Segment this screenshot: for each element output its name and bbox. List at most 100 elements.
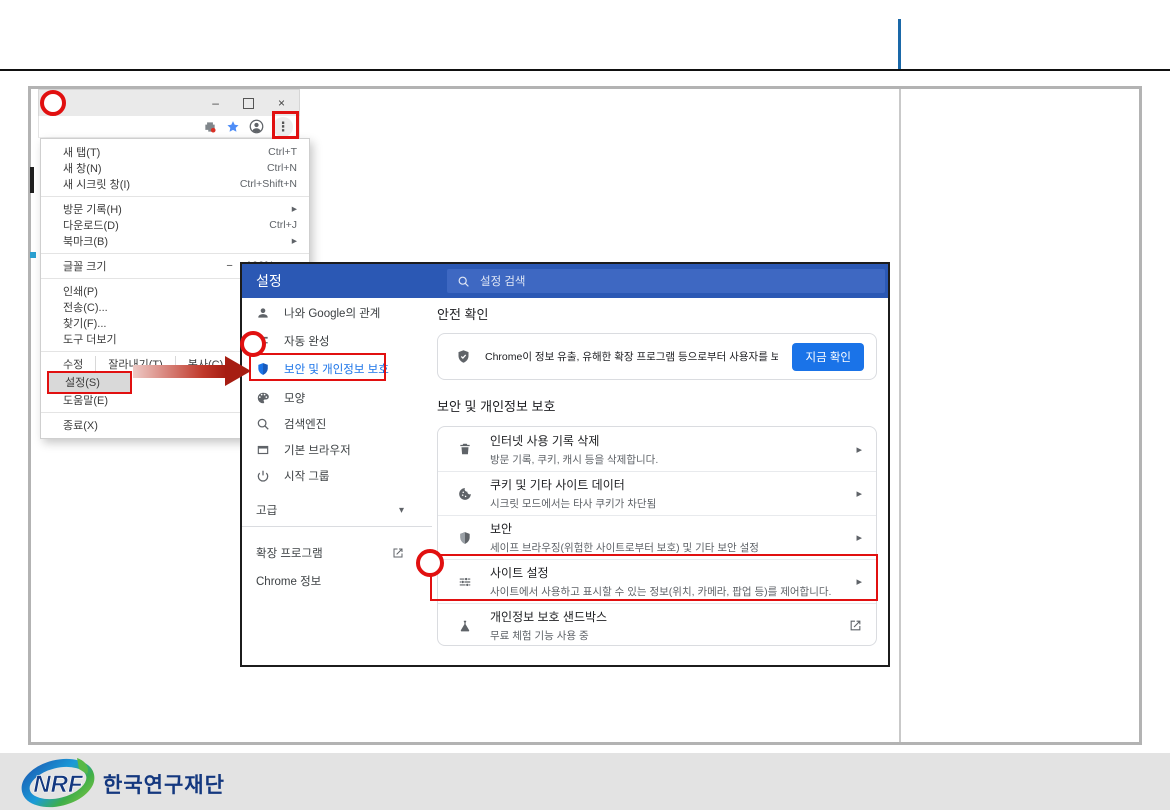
close-button[interactable]: × [278,96,285,110]
browser-icon [256,443,270,457]
highlight-box-privacy-item [249,353,386,381]
sidebar-divider [242,526,432,527]
sidebar-item-default-browser[interactable]: 기본 브라우저 [242,437,432,463]
search-icon [256,417,270,431]
nrf-logo-text: NRF [33,771,84,798]
menu-item-label: 새 시크릿 창(I) [63,176,240,192]
chevron-right-icon: ▸ [856,443,862,456]
safety-check-card: Chrome이 정보 유출, 유해한 확장 프로그램 등으로부터 사용자를 보호… [437,333,877,380]
sidebar-item-search-engine[interactable]: 검색엔진 [242,411,432,437]
column-divider [899,89,901,742]
zoom-out-button[interactable]: − [226,260,232,272]
org-name: 한국연구재단 [103,769,225,799]
row-privacy-sandbox[interactable]: 개인정보 보호 샌드박스 무료 체험 기능 사용 중 [438,603,876,647]
row-subtitle: 무료 체험 기능 사용 중 [490,628,607,643]
menu-item-shortcut: Ctrl+N [267,162,297,174]
sidebar-item-appearance[interactable]: 모양 [242,385,432,411]
sidebar-item-about-chrome[interactable]: Chrome 정보 [242,568,432,594]
menu-item-label: 설정(S) [65,377,100,389]
menu-item-label: 북마크(B) [63,233,292,249]
browser-titlebar: – × [38,89,300,116]
menu-item-incognito[interactable]: 새 시크릿 창(I) Ctrl+Shift+N [41,176,309,192]
arrow-head [225,356,251,386]
minimize-button[interactable]: – [212,96,219,110]
row-clear-browsing-data[interactable]: 인터넷 사용 기록 삭제 방문 기록, 쿠키, 캐시 등을 삭제합니다. ▸ [438,427,876,471]
settings-highlight-box: 설정(S) [47,371,132,394]
row-security[interactable]: 보안 세이프 브라우징(위험한 사이트로부터 보호) 및 기타 보안 설정 ▸ [438,515,876,559]
menu-item-label: 다운로드(D) [63,217,269,233]
settings-window: 설정 설정 검색 나와 Google의 관계 자동 완성 보안 및 개인정보 보… [240,262,890,667]
sidebar-item-autofill[interactable]: 자동 완성 [242,328,432,354]
highlight-box-kebab [272,111,299,139]
menu-item-shortcut: Ctrl+J [269,219,297,231]
highlight-box-site-settings [430,554,878,601]
safety-section-title: 안전 확인 [437,304,488,323]
sidebar-item-you-and-google[interactable]: 나와 Google의 관계 [242,300,432,326]
menu-item-label: 방문 기록(H) [63,201,292,217]
open-in-new-icon [392,547,404,559]
bullet-square [30,252,36,258]
power-icon [256,469,270,483]
trash-icon [458,442,472,456]
submenu-arrow-icon: ▸ [292,203,297,215]
restore-icon[interactable] [243,98,254,109]
safety-check-message: Chrome이 정보 유출, 유해한 확장 프로그램 등으로부터 사용자를 보호… [485,349,778,364]
bookmark-star-icon[interactable] [226,120,240,134]
sidebar-item-label: 기본 브라우저 [284,442,351,458]
menu-item-history[interactable]: 방문 기록(H) ▸ [41,201,309,217]
sidebar-item-label: 나와 Google의 관계 [284,305,380,321]
top-rule [0,69,1170,71]
menu-item-downloads[interactable]: 다운로드(D) Ctrl+J [41,217,309,233]
sidebar-item-label: 고급 [256,502,277,518]
sidebar-item-label: 자동 완성 [284,333,330,349]
step-arrow [133,356,251,386]
menu-item-label: 글꼴 크기 [63,258,107,274]
top-blue-tick [898,19,901,70]
person-icon [256,306,270,320]
cookie-icon [458,487,472,501]
shield-check-icon [456,349,471,364]
sidebar-item-advanced[interactable]: 고급 ▾ [242,497,432,523]
settings-header: 설정 설정 검색 [242,264,888,298]
menu-separator [41,253,309,254]
search-placeholder: 설정 검색 [480,273,526,289]
settings-search-input[interactable]: 설정 검색 [447,269,885,293]
privacy-section-title: 보안 및 개인정보 보호 [437,396,555,415]
sidebar-item-label: Chrome 정보 [256,573,321,589]
menu-item-new-tab[interactable]: 새 탭(T) Ctrl+T [41,144,309,160]
step-circle-privacy-item [240,331,266,357]
arrow-shaft [133,365,226,378]
check-now-button[interactable]: 지금 확인 [792,343,864,371]
text-caret-fragment [30,167,34,193]
extension-badge-icon[interactable] [203,120,217,134]
sidebar-item-extensions[interactable]: 확장 프로그램 [242,540,432,566]
flask-icon [458,619,472,633]
chevron-right-icon: ▸ [856,531,862,544]
row-title: 쿠키 및 기타 사이트 데이터 [490,476,656,493]
settings-title: 설정 [256,264,282,298]
nrf-logo: NRF [20,756,100,808]
footer: NRF 한국연구재단 [0,753,1170,810]
shield-icon [458,531,472,545]
open-in-new-icon [849,619,862,632]
row-subtitle: 세이프 브라우징(위험한 사이트로부터 보호) 및 기타 보안 설정 [490,540,759,555]
sidebar-item-startup[interactable]: 시작 그룹 [242,463,432,489]
menu-item-label: 새 창(N) [63,160,267,176]
palette-icon [256,391,270,405]
menu-item-new-window[interactable]: 새 창(N) Ctrl+N [41,160,309,176]
step-circle-menu-button [40,90,66,116]
row-title: 인터넷 사용 기록 삭제 [490,432,658,449]
sidebar-item-label: 모양 [284,390,305,406]
search-icon [457,275,470,288]
menu-item-bookmarks[interactable]: 북마크(B) ▸ [41,233,309,249]
sidebar-item-label: 시작 그룹 [284,468,330,484]
sidebar-item-label: 확장 프로그램 [256,545,323,561]
row-cookies[interactable]: 쿠키 및 기타 사이트 데이터 시크릿 모드에서는 타사 쿠키가 차단됨 ▸ [438,471,876,515]
row-subtitle: 방문 기록, 쿠키, 캐시 등을 삭제합니다. [490,452,658,467]
slide: – × ⋮ 새 탭(T) Ctrl+T 새 창(N) Ctrl+N 새 시크릿 … [0,0,1170,810]
profile-icon[interactable] [249,119,264,134]
menu-separator [41,196,309,197]
menu-item-shortcut: Ctrl+Shift+N [240,178,297,190]
menu-item-shortcut: Ctrl+T [268,146,297,158]
privacy-card: 인터넷 사용 기록 삭제 방문 기록, 쿠키, 캐시 등을 삭제합니다. ▸ 쿠… [437,426,877,646]
